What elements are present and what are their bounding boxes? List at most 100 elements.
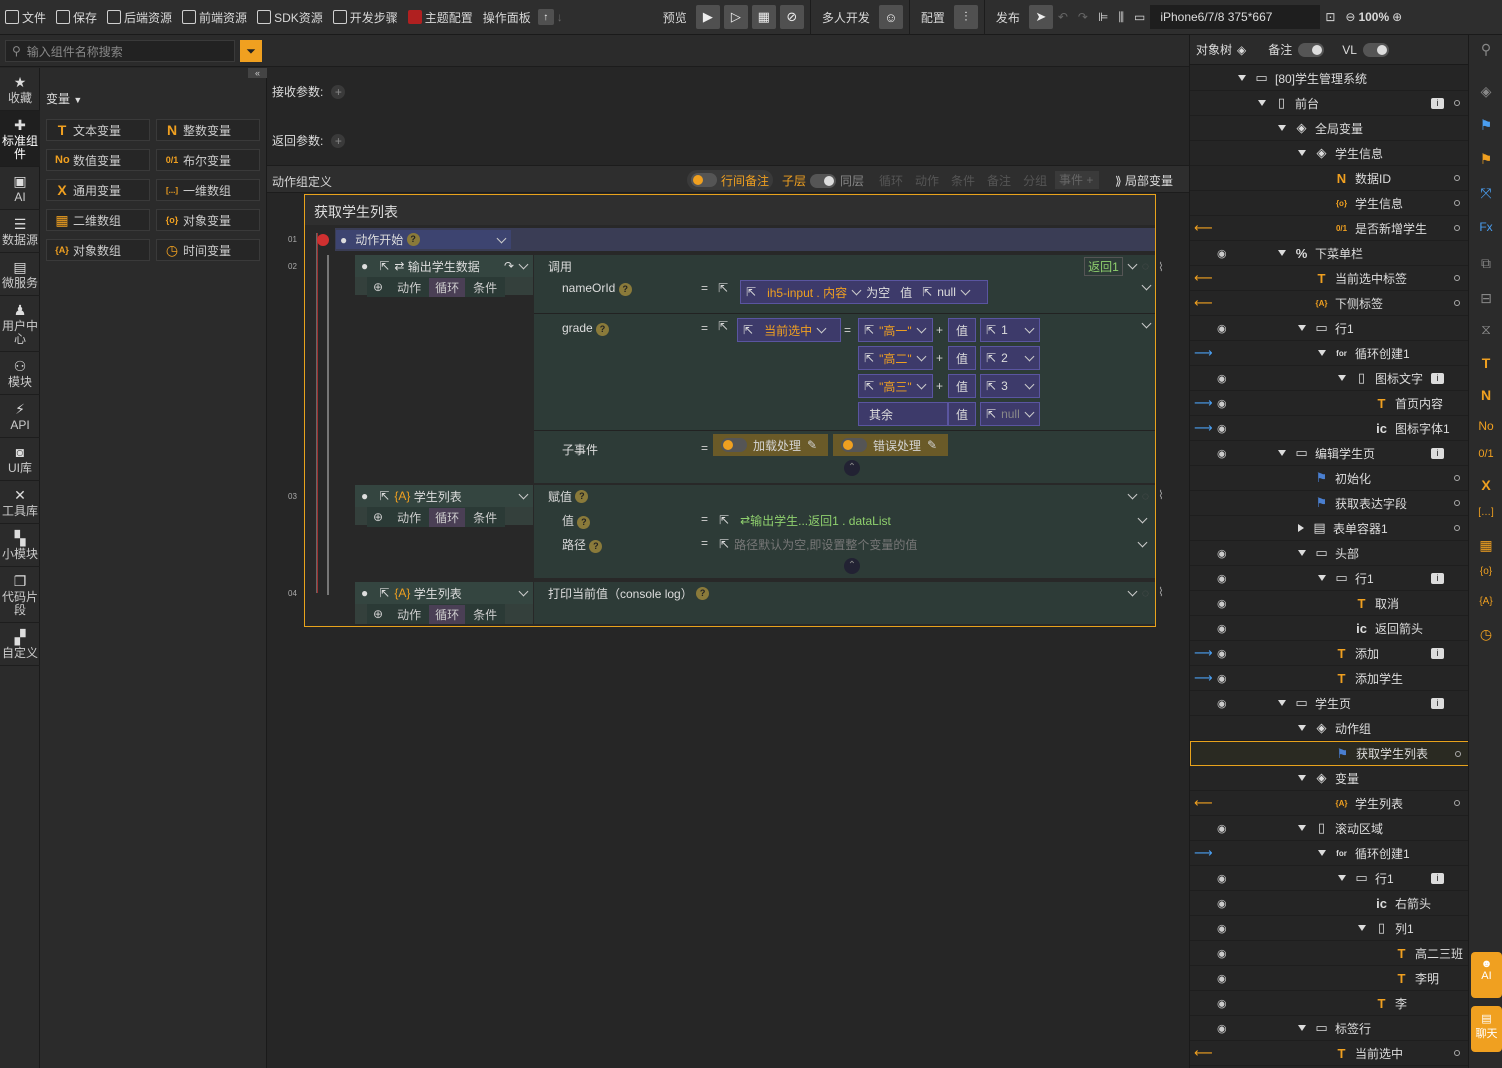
- note-toggle[interactable]: [1298, 42, 1325, 57]
- expand-caret-icon[interactable]: [1338, 875, 1346, 881]
- status-dot-icon[interactable]: [1454, 225, 1460, 231]
- tree-node[interactable]: ◈ 全局变量: [1190, 116, 1469, 141]
- eye-icon[interactable]: ◉: [1217, 1022, 1227, 1035]
- array-1d-icon[interactable]: […]: [1469, 507, 1502, 518]
- zoom-out-icon[interactable]: ⊖: [1345, 10, 1355, 24]
- save-button[interactable]: 保存: [51, 0, 102, 35]
- play-alt-icon[interactable]: ▷: [723, 5, 748, 29]
- assign-value-field[interactable]: ⇱ ⇄ 输出学生...返回1 . dataList: [714, 510, 1152, 530]
- screenshot-icon[interactable]: ⊡: [1320, 0, 1340, 35]
- chart-icon[interactable]: ⌇: [1158, 260, 1164, 274]
- tree-node[interactable]: ◉ ▭ 学生页 i: [1190, 691, 1469, 716]
- step-output-student-data[interactable]: ● ⇱ ⇄ 输出学生数据 ↷ ⊕ 动作 循环 条件: [355, 255, 533, 297]
- expand-caret-icon[interactable]: [1318, 850, 1326, 856]
- zoom-in-icon[interactable]: ⊕: [1392, 10, 1402, 24]
- case-1-value[interactable]: ⇱ 1: [980, 318, 1040, 342]
- tree-node[interactable]: ◉ ic 返回箭头: [1190, 616, 1469, 641]
- status-dot-icon[interactable]: [1454, 200, 1460, 206]
- tree-node[interactable]: ▯ 前台 i: [1190, 91, 1469, 116]
- rail-favorites[interactable]: ★ 收藏: [0, 68, 40, 111]
- tree-node[interactable]: ⚑ 初始化: [1190, 466, 1469, 491]
- case-1-key[interactable]: ⇱ "高一": [858, 318, 933, 342]
- expand-caret-icon[interactable]: [1318, 575, 1326, 581]
- copy-icon[interactable]: ⧉: [1469, 255, 1502, 272]
- number-var-icon[interactable]: No: [1469, 419, 1502, 433]
- eye-icon[interactable]: ◉: [1217, 922, 1227, 935]
- chip-text-var[interactable]: T 文本变量: [46, 119, 150, 141]
- expand-caret-icon[interactable]: [1258, 100, 1266, 106]
- arrow-right-icon[interactable]: ⟶: [1194, 395, 1213, 411]
- event-icon[interactable]: ⚑: [1469, 117, 1502, 134]
- chip-number-var[interactable]: No 数值变量: [46, 149, 150, 171]
- rail-microservice[interactable]: ▤ 微服务: [0, 253, 40, 296]
- event-button[interactable]: 事件 +: [1055, 171, 1099, 189]
- no-device-icon[interactable]: ⊘: [779, 5, 804, 29]
- chip-time-var[interactable]: ◷ 时间变量: [156, 239, 260, 261]
- expand-caret-icon[interactable]: [1298, 325, 1306, 331]
- expand-caret-icon[interactable]: [1298, 550, 1306, 556]
- eye-icon[interactable]: ◉: [1217, 322, 1227, 335]
- expand-caret-icon[interactable]: [1278, 450, 1286, 456]
- tree-node[interactable]: N 数据ID: [1190, 166, 1469, 191]
- tree-node[interactable]: ⟵ T 当前选中标签: [1190, 266, 1469, 291]
- zoom-control[interactable]: ⊖ 100% ⊕: [1340, 0, 1407, 35]
- tree-node[interactable]: ◉ ▯ 滚动区域: [1190, 816, 1469, 841]
- add-return-param-icon[interactable]: +: [331, 134, 346, 148]
- status-dot-icon[interactable]: [1454, 100, 1460, 106]
- status-dot-icon[interactable]: [1454, 300, 1460, 306]
- add-icon[interactable]: ⊕: [367, 279, 389, 295]
- step-student-list-print[interactable]: ● ⇱ {A} 学生列表 ⊕ 动作 循环 条件: [355, 582, 533, 624]
- eye-icon[interactable]: ◉: [1217, 597, 1227, 610]
- current-selected-expr[interactable]: ⇱ 当前选中: [737, 318, 841, 342]
- edit-icon[interactable]: ✎: [807, 438, 817, 452]
- tree-node[interactable]: ◉ T 取消: [1190, 591, 1469, 616]
- chip-array-1d[interactable]: [...] 一维数组: [156, 179, 260, 201]
- eye-icon[interactable]: ◉: [1217, 397, 1227, 410]
- arrow-right-icon[interactable]: ⟶: [1194, 345, 1213, 361]
- tree-node[interactable]: ⟵ T 当前选中: [1190, 1041, 1469, 1066]
- ai-assistant-button[interactable]: ☻ AI: [1471, 952, 1502, 998]
- rail-standard-components[interactable]: ✚ 标准组件: [0, 111, 40, 167]
- loading-handler[interactable]: 加载处理 ✎: [713, 434, 828, 456]
- chip-object-array[interactable]: {A} 对象数组: [46, 239, 150, 261]
- chip-generic-var[interactable]: X 通用变量: [46, 179, 150, 201]
- tree-node[interactable]: ⚑ 获取表达字段: [1190, 491, 1469, 516]
- name-or-id-expr[interactable]: ⇱ ih5-input . 内容 为空值 ⇱ null: [740, 280, 988, 304]
- tree-node[interactable]: ◈ 学生信息: [1190, 141, 1469, 166]
- dev-steps-button[interactable]: 开发步骤: [328, 0, 403, 35]
- device-select[interactable]: iPhone6/7/8 375*667: [1150, 5, 1321, 29]
- status-dot-icon[interactable]: [1455, 750, 1461, 757]
- tree-node[interactable]: ◉ ▭ 标签行: [1190, 1016, 1469, 1041]
- align-left-icon[interactable]: ⊫: [1093, 0, 1113, 35]
- expand-caret-icon[interactable]: [1298, 524, 1304, 532]
- step-student-list-assign[interactable]: ● ⇱ {A} 学生列表 ⊕ 动作 循环 条件: [355, 485, 533, 527]
- status-dot-icon[interactable]: [1454, 500, 1460, 506]
- filter-condition[interactable]: 条件: [951, 172, 975, 189]
- status-dot-icon[interactable]: [1454, 525, 1460, 531]
- arrow-right-icon[interactable]: ⟶: [1194, 670, 1213, 686]
- tree-node[interactable]: ⟶ ◉ T 首页内容: [1190, 391, 1469, 416]
- send-icon[interactable]: ➤: [1028, 5, 1053, 29]
- status-dot-icon[interactable]: [1454, 275, 1460, 281]
- status-dot-icon[interactable]: [1454, 800, 1460, 806]
- arrow-up-icon[interactable]: ↑: [537, 9, 554, 25]
- expand-caret-icon[interactable]: [1358, 925, 1366, 931]
- tree-node[interactable]: ⟶ ◉ T 添加学生: [1190, 666, 1469, 691]
- eye-icon[interactable]: ◉: [1217, 672, 1227, 685]
- expand-caret-icon[interactable]: [1238, 75, 1246, 81]
- eye-icon[interactable]: ◉: [1217, 997, 1227, 1010]
- expand-caret-icon[interactable]: [1278, 125, 1286, 131]
- action-start-select[interactable]: ● 动作开始 ?: [336, 230, 511, 249]
- tree-node[interactable]: ◉ ▯ 图标文字 i: [1190, 366, 1469, 391]
- undo-icon[interactable]: ↶: [1053, 0, 1073, 35]
- case-2-value[interactable]: ⇱ 2: [980, 346, 1040, 370]
- tree-node[interactable]: ◉ T 高二三班: [1190, 941, 1469, 966]
- chip-array-2d[interactable]: ▦ 二维数组: [46, 209, 150, 231]
- rail-api[interactable]: ⚡ API: [0, 395, 40, 438]
- eye-icon[interactable]: ◉: [1217, 422, 1227, 435]
- tree-node[interactable]: ◉ ▭ 头部: [1190, 541, 1469, 566]
- status-dot-icon[interactable]: [1454, 175, 1460, 181]
- arrow-right-icon[interactable]: ⟶: [1194, 420, 1213, 436]
- tree-node[interactable]: ⟵ 0/1 是否新增学生: [1190, 216, 1469, 241]
- qr-code-icon[interactable]: ▦: [751, 5, 776, 29]
